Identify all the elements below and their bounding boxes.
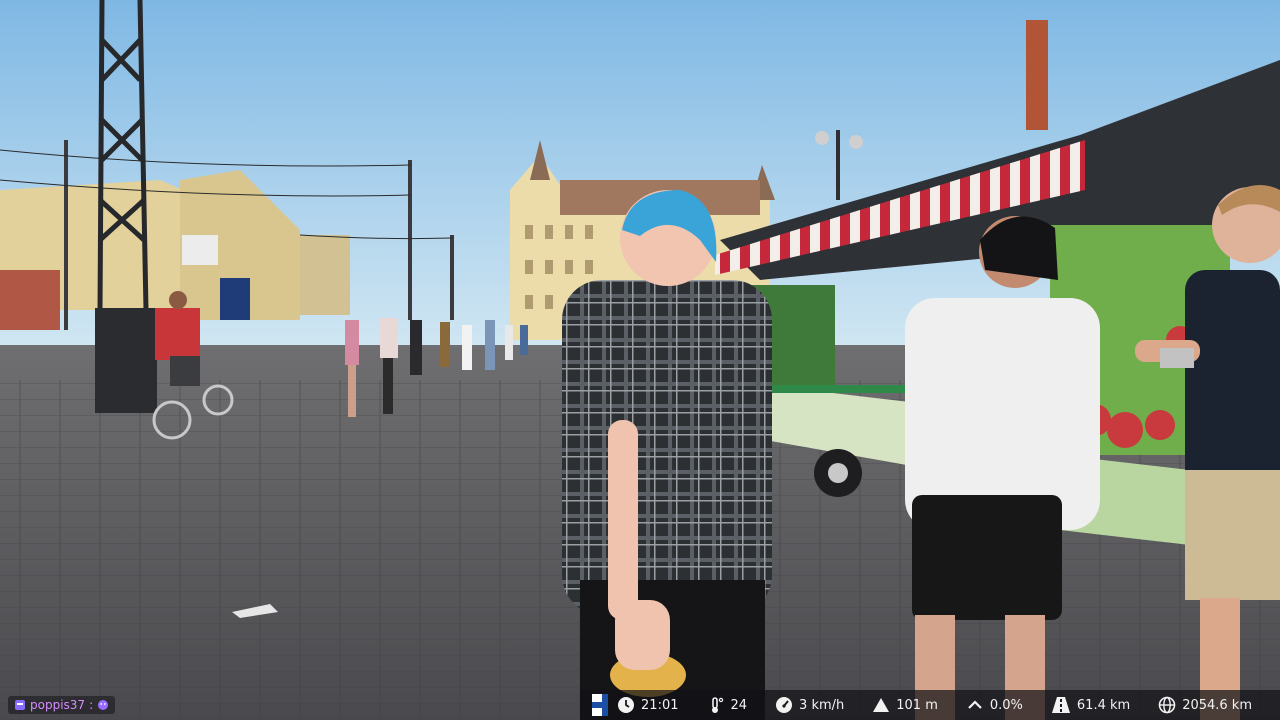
road-icon xyxy=(1051,697,1070,713)
incline-value: 0.0% xyxy=(989,697,1023,713)
speedometer-icon xyxy=(776,697,793,713)
chat-separator: : xyxy=(89,698,94,712)
temperature-stat: 24 xyxy=(707,696,748,714)
stream-stats-bar: 21:01 24 3 km/h 101 m 0.0% 61.4 km 2054.… xyxy=(580,690,1280,720)
altitude-value: 101 m xyxy=(896,697,938,713)
distance-today-stat: 61.4 km xyxy=(1051,696,1130,714)
mountain-icon xyxy=(873,698,890,712)
stream-frame: poppis37 : 21:01 24 3 km/h 101 m 0.0% 61… xyxy=(0,0,1280,720)
thermometer-icon xyxy=(711,697,723,713)
chat-message: poppis37 : xyxy=(8,696,116,714)
distance-total-value: 2054.6 km xyxy=(1182,697,1252,713)
clock-icon xyxy=(618,697,635,713)
speed-stat: 3 km/h xyxy=(775,696,844,714)
time-value: 21:01 xyxy=(641,697,679,713)
distance-today-value: 61.4 km xyxy=(1076,697,1131,713)
street-scene-photo xyxy=(0,0,1280,720)
globe-icon xyxy=(1158,696,1176,714)
speed-value: 3 km/h xyxy=(799,697,845,713)
chevron-up-icon xyxy=(968,700,982,709)
finland-flag-icon xyxy=(592,694,608,716)
chat-username[interactable]: poppis37 xyxy=(30,698,85,712)
temperature-value: 24 xyxy=(730,697,748,713)
incline-stat: 0.0% xyxy=(966,696,1023,714)
time-stat: 21:01 xyxy=(617,696,679,714)
user-badge-icon xyxy=(15,700,25,710)
distance-total-stat: 2054.6 km xyxy=(1158,696,1252,714)
purple-emote-icon xyxy=(98,700,109,710)
altitude-stat: 101 m xyxy=(872,696,938,714)
